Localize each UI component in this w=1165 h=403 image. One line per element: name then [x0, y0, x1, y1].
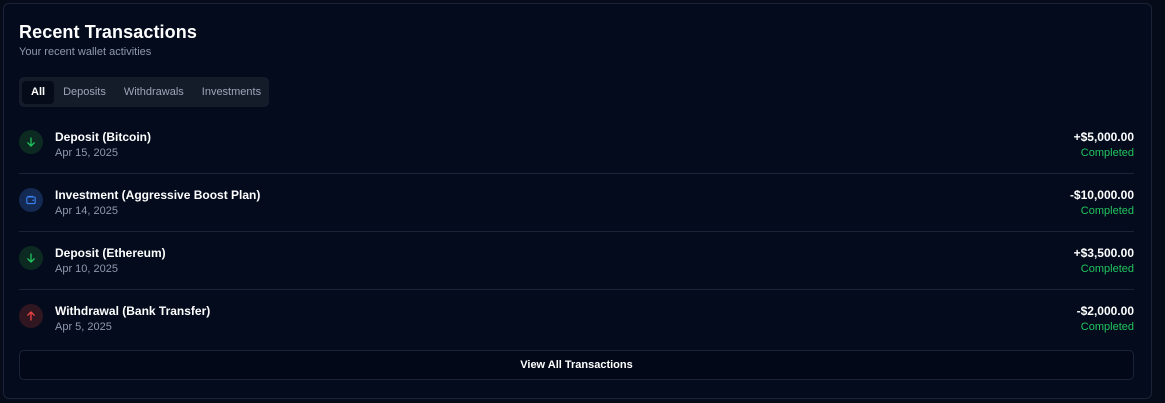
transaction-row[interactable]: Withdrawal (Bank Transfer) Apr 5, 2025 -… [19, 290, 1134, 348]
tab-all[interactable]: All [22, 80, 55, 104]
transaction-title: Withdrawal (Bank Transfer) [55, 304, 211, 318]
card-title: Recent Transactions [19, 22, 197, 42]
transaction-amount: +$5,000.00 [1073, 130, 1134, 144]
transaction-title: Deposit (Bitcoin) [55, 130, 151, 144]
arrow-up-icon [19, 304, 43, 328]
transaction-status: Completed [1080, 263, 1134, 275]
wallet-icon [19, 188, 43, 212]
transaction-row[interactable]: Investment (Aggressive Boost Plan) Apr 1… [19, 174, 1134, 232]
transaction-status: Completed [1080, 321, 1134, 333]
transaction-amount: +$3,500.00 [1073, 246, 1134, 260]
transaction-title: Investment (Aggressive Boost Plan) [55, 188, 261, 202]
transaction-status: Completed [1080, 205, 1134, 217]
transaction-date: Apr 5, 2025 [55, 321, 112, 333]
transaction-amount: -$10,000.00 [1069, 188, 1134, 202]
recent-transactions-card: Recent Transactions Your recent wallet a… [3, 3, 1152, 399]
arrow-down-icon [19, 130, 43, 154]
transaction-list: Deposit (Bitcoin) Apr 15, 2025 +$5,000.0… [19, 116, 1134, 348]
transaction-row[interactable]: Deposit (Bitcoin) Apr 15, 2025 +$5,000.0… [19, 116, 1134, 174]
transaction-date: Apr 14, 2025 [55, 205, 118, 217]
transaction-status: Completed [1080, 147, 1134, 159]
arrow-down-icon [19, 246, 43, 270]
view-all-transactions-button[interactable]: View All Transactions [19, 350, 1134, 380]
transaction-row[interactable]: Deposit (Ethereum) Apr 10, 2025 +$3,500.… [19, 232, 1134, 290]
card-subtitle: Your recent wallet activities [19, 46, 152, 58]
transaction-amount: -$2,000.00 [1076, 304, 1134, 318]
transaction-title: Deposit (Ethereum) [55, 246, 166, 260]
tab-deposits[interactable]: Deposits [54, 81, 115, 104]
tab-investments[interactable]: Investments [193, 81, 270, 104]
transaction-filter-tabs: All Deposits Withdrawals Investments [19, 77, 269, 107]
tab-withdrawals[interactable]: Withdrawals [115, 81, 193, 104]
transaction-date: Apr 15, 2025 [55, 147, 118, 159]
transaction-date: Apr 10, 2025 [55, 263, 118, 275]
